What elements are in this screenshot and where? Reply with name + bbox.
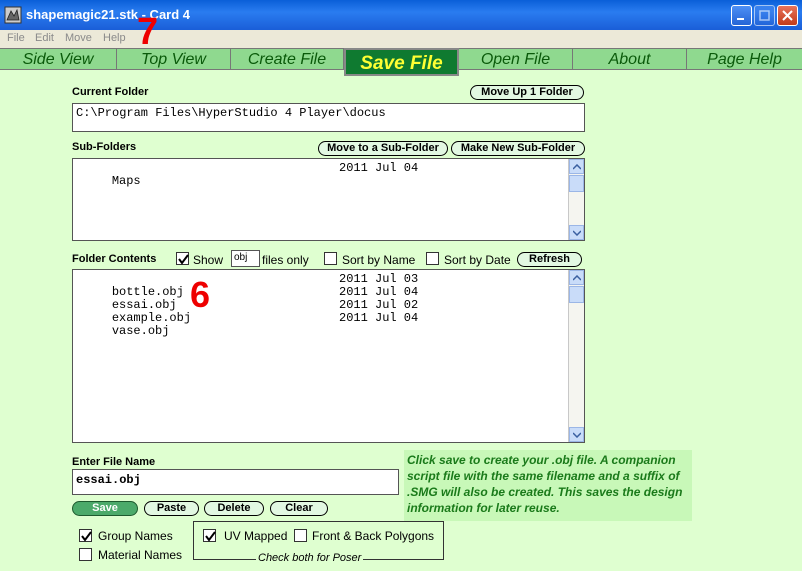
close-icon — [782, 10, 793, 21]
uv-mapped-checkbox[interactable] — [203, 529, 216, 542]
tab-top-view[interactable]: Top View — [117, 49, 231, 70]
tab-side-view[interactable]: Side View — [0, 49, 117, 70]
chevron-up-icon — [573, 275, 581, 281]
subfolder-name: Maps — [111, 174, 141, 188]
list-item[interactable]: example.obj 2011 Jul 02 — [83, 299, 418, 325]
tab-create-file[interactable]: Create File — [231, 49, 344, 70]
move-to-subfolder-button[interactable]: Move to a Sub-Folder — [318, 141, 448, 156]
list-item[interactable]: essai.obj 2011 Jul 04 — [83, 286, 418, 312]
checkmark-icon — [205, 531, 216, 542]
list-item[interactable]: bottle.obj 2011 Jul 03 — [83, 273, 418, 299]
list-item[interactable]: Maps 2011 Jul 04 — [83, 162, 418, 188]
scroll-up-button[interactable] — [569, 270, 584, 285]
subfolder-date: 2011 Jul 04 — [339, 161, 419, 175]
window-title: shapemagic21.stk - Card 4 — [26, 7, 191, 22]
tab-page-help[interactable]: Page Help — [687, 49, 802, 70]
subfolder-scrollbar[interactable] — [568, 159, 584, 240]
delete-button[interactable]: Delete — [204, 501, 264, 516]
make-new-subfolder-button[interactable]: Make New Sub-Folder — [451, 141, 585, 156]
show-filter-checkbox[interactable] — [176, 252, 189, 265]
group-names-checkbox[interactable] — [79, 529, 92, 542]
scroll-down-button[interactable] — [569, 225, 584, 240]
tab-about[interactable]: About — [573, 49, 687, 70]
chevron-down-icon — [573, 230, 581, 236]
poser-hint: Check both for Poser — [256, 552, 364, 564]
scroll-thumb[interactable] — [569, 175, 584, 192]
tab-open-file[interactable]: Open File — [459, 49, 573, 70]
menu-file[interactable]: File — [7, 32, 25, 44]
show-label: Show — [193, 253, 224, 267]
folder-contents-list[interactable]: bottle.obj 2011 Jul 03 essai.obj 2011 Ju… — [72, 269, 585, 443]
sort-by-date-label: Sort by Date — [444, 253, 511, 267]
current-folder-path: C:\Program Files\HyperStudio 4 Player\do… — [72, 103, 585, 132]
maximize-button[interactable] — [754, 5, 775, 26]
file-name-input[interactable]: essai.obj — [72, 469, 399, 495]
tab-save-file[interactable]: Save File — [344, 48, 459, 76]
save-button[interactable]: Save — [72, 501, 138, 516]
sort-by-name-label: Sort by Name — [342, 253, 416, 267]
menu-edit[interactable]: Edit — [35, 32, 54, 44]
enter-file-name-label: Enter File Name — [72, 456, 156, 468]
file-name: vase.obj — [111, 324, 170, 338]
scroll-down-button[interactable] — [569, 427, 584, 442]
list-item[interactable]: vase.obj 2011 Jul 04 — [83, 312, 418, 338]
material-names-label: Material Names — [98, 548, 183, 562]
maximize-icon — [759, 10, 770, 21]
menu-help[interactable]: Help — [103, 32, 126, 44]
scroll-thumb[interactable] — [569, 286, 584, 303]
tab-bar: Side View Top View Create File Save File… — [0, 48, 802, 76]
subfolder-list[interactable]: Maps 2011 Jul 04 — [72, 158, 585, 241]
clear-button[interactable]: Clear — [270, 501, 328, 516]
move-up-folder-button[interactable]: Move Up 1 Folder — [470, 85, 584, 100]
menu-move[interactable]: Move — [65, 32, 92, 44]
app-icon — [4, 6, 22, 24]
scroll-up-button[interactable] — [569, 159, 584, 174]
paste-button[interactable]: Paste — [144, 501, 199, 516]
file-date: 2011 Jul 04 — [339, 311, 419, 325]
annotation-six: 6 — [190, 274, 211, 315]
checkmark-icon — [178, 254, 189, 265]
refresh-button[interactable]: Refresh — [517, 252, 582, 267]
annotation-seven: 7 — [137, 11, 159, 53]
title-bar: shapemagic21.stk - Card 4 — [0, 0, 802, 30]
uv-mapped-label: UV Mapped — [224, 529, 288, 543]
minimize-button[interactable] — [731, 5, 752, 26]
current-folder-label: Current Folder — [72, 86, 149, 98]
front-back-label: Front & Back Polygons — [312, 529, 435, 543]
filter-extension-input[interactable]: obj — [231, 250, 260, 267]
help-text: Click save to create your .obj file. A c… — [404, 450, 692, 521]
material-names-checkbox[interactable] — [79, 548, 92, 561]
sort-by-date-checkbox[interactable] — [426, 252, 439, 265]
files-only-label: files only — [262, 253, 309, 267]
sort-by-name-checkbox[interactable] — [324, 252, 337, 265]
sub-folders-label: Sub-Folders — [72, 141, 137, 153]
checkmark-icon — [81, 531, 92, 542]
contents-scrollbar[interactable] — [568, 270, 584, 442]
close-button[interactable] — [777, 5, 798, 26]
front-back-checkbox[interactable] — [294, 529, 307, 542]
chevron-down-icon — [573, 432, 581, 438]
menu-bar: File Edit Move Help — [0, 30, 802, 48]
group-names-label: Group Names — [98, 529, 173, 543]
chevron-up-icon — [573, 164, 581, 170]
folder-contents-label: Folder Contents — [72, 253, 157, 265]
minimize-icon — [737, 18, 744, 20]
